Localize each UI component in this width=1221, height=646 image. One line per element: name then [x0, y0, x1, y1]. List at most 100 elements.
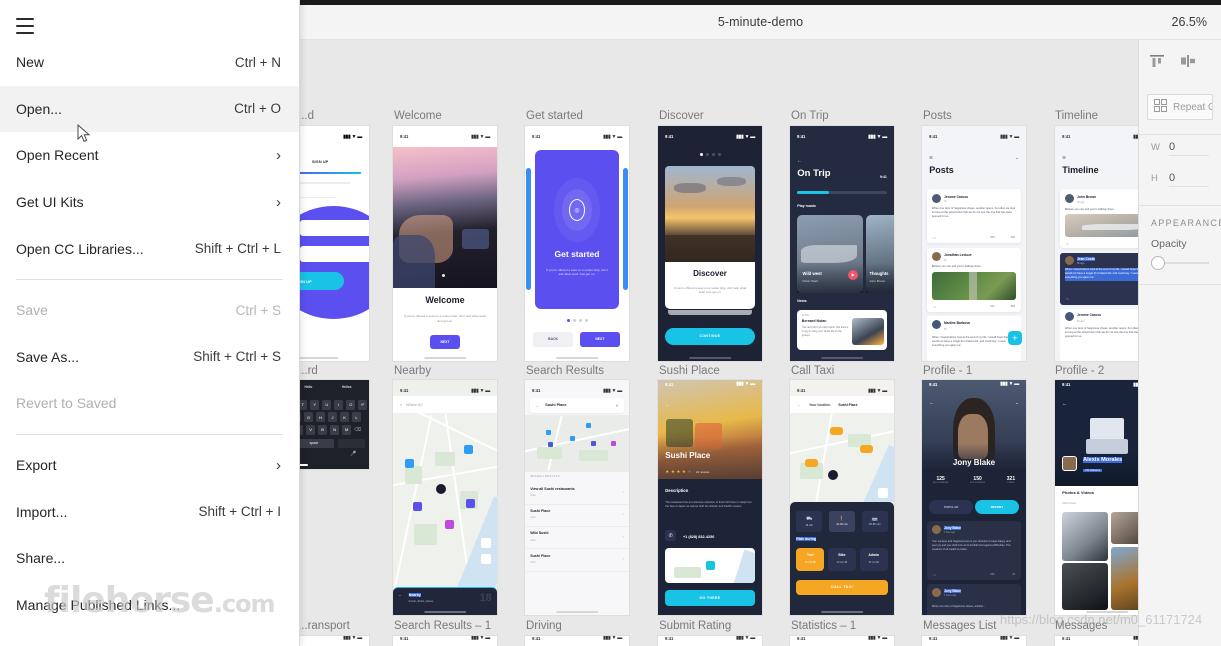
- artboard-label[interactable]: Profile - 1: [923, 365, 972, 377]
- ride-option-admin[interactable]: Admin 30 min $8: [859, 548, 888, 571]
- result-row[interactable]: View all Sushi restaurants 2 km ›: [525, 483, 629, 505]
- space-key[interactable]: space: [300, 438, 334, 448]
- artboard-label[interactable]: Posts: [923, 110, 952, 122]
- news-card[interactable]: 10 Nov Bernard Nolan You can't fall if y…: [797, 310, 887, 351]
- menu-item-export[interactable]: Export ›: [0, 442, 299, 489]
- tab-popular[interactable]: POPULAR: [929, 499, 973, 514]
- sushi-mini-map[interactable]: [665, 548, 755, 584]
- keyboard-row-3[interactable]: C V B N M ⌫: [300, 424, 361, 435]
- suggestion[interactable]: Hello: [305, 385, 313, 389]
- artboard-label[interactable]: Timeline: [1055, 110, 1098, 122]
- timeline-card[interactable]: John Brown 2h ago Believe you can and yo…: [1060, 189, 1138, 249]
- artboard-row3-5[interactable]: 9:41 ▮▮▮ ▼ ▬: [790, 636, 894, 646]
- artboard-profile-1[interactable]: 9:41 ▮▮▮ ▼ ▬ ← ⌄ Jony Blake 125 FOLLOWERS…: [922, 380, 1026, 615]
- artboard-row3-1[interactable]: 9:41▮▮▮ ▼ ▬: [300, 636, 369, 646]
- artboard-label[interactable]: Search Results – 1: [394, 620, 491, 632]
- menu-item-get-ui-kits[interactable]: Get UI Kits ›: [0, 179, 299, 226]
- map-dot[interactable]: [586, 423, 592, 429]
- map-dot[interactable]: [547, 442, 553, 448]
- phone-icon[interactable]: ✆: [665, 530, 677, 542]
- artboard-sushi-place[interactable]: 9:41 ▮▮▮ ▼ ▬ ← Sushi Place ★ ★ ★ ★ ★ 24 rev…: [658, 380, 762, 615]
- align-top-icon[interactable]: [1149, 54, 1165, 70]
- menu-item-open-recent[interactable]: Open Recent ›: [0, 132, 299, 179]
- keyboard-row-1[interactable]: T Y U I O P: [300, 399, 368, 410]
- artboard-label[interactable]: Statistics – 1: [791, 620, 856, 632]
- height-value[interactable]: 0: [1169, 172, 1175, 184]
- artboard-label[interactable]: Profile - 2: [1055, 365, 1104, 377]
- map-pin-blue[interactable]: [405, 459, 415, 469]
- gallery-photo[interactable]: [1062, 563, 1109, 611]
- artboard-timeline[interactable]: 9:41▮▮▮ ▼ ▬ ☰ Timeline John Brown 2h ago…: [1055, 126, 1138, 361]
- artboard-label[interactable]: Sushi Place: [659, 365, 720, 377]
- menu-item-open[interactable]: Open... Ctrl + O: [0, 85, 299, 133]
- phone-number[interactable]: +1 (828) 832-4256: [683, 535, 714, 539]
- artboard-label[interactable]: Messages List: [923, 620, 997, 632]
- menu-item-new[interactable]: New Ctrl + N: [0, 39, 299, 86]
- file-menu-panel[interactable]: New Ctrl + N Open... Ctrl + O Open Recen…: [0, 0, 300, 646]
- profile-post-card[interactable]: Jony Blake 1 hour ago Your success and h…: [927, 521, 1021, 580]
- music-card-2[interactable]: Thoughts John Brown: [865, 215, 894, 293]
- artboard-label[interactable]: Nearby: [394, 365, 431, 377]
- artboard-row3-7[interactable]: 9:41▮▮▮ ▼ ▬: [1055, 636, 1138, 646]
- music-card-1[interactable]: Wild west Robin Stark ▶: [797, 215, 863, 293]
- distribute-horizontal-icon[interactable]: [1179, 54, 1197, 70]
- size-section[interactable]: W 0 H 0: [1139, 135, 1221, 206]
- menu-item-save-as[interactable]: Save As... Shift + Ctrl + S: [0, 334, 299, 381]
- map-pin-blue[interactable]: [463, 445, 473, 455]
- call-taxi-button[interactable]: CALL TAXI: [796, 580, 888, 595]
- menu-item-share[interactable]: Share...: [0, 535, 299, 582]
- menu-icon[interactable]: ☰: [929, 155, 933, 160]
- artboard-label[interactable]: Welcome: [394, 110, 442, 122]
- share-icon[interactable]: ⤳: [933, 305, 936, 309]
- back-button[interactable]: BACK: [533, 331, 573, 347]
- opacity-slider-knob[interactable]: [1151, 256, 1165, 270]
- post-card[interactable]: Jerome Caruso 1h When one door of happin…: [927, 189, 1021, 244]
- return-key[interactable]: [337, 438, 365, 448]
- map-dot[interactable]: [569, 435, 575, 441]
- add-post-fab[interactable]: +: [1007, 330, 1022, 345]
- artboard-row3-2[interactable]: 9:41 ▮▮▮ ▼ ▬: [393, 636, 497, 646]
- gallery-photo[interactable]: [1111, 511, 1138, 545]
- suggestion[interactable]: Hellos: [342, 385, 352, 389]
- artboard-label[interactable]: Call Taxi: [791, 365, 834, 377]
- menu-icon[interactable]: ☰: [1062, 155, 1066, 160]
- artboard-label[interactable]: ...ransport: [300, 620, 350, 632]
- taxi-marker[interactable]: [804, 459, 818, 468]
- profile-post-card[interactable]: Jony Blake 2 hours ago When one door of …: [927, 584, 1021, 615]
- tab-recent[interactable]: RECENT: [975, 499, 1019, 514]
- taxi-marker[interactable]: [859, 445, 873, 454]
- artboard-label[interactable]: ...rd: [300, 365, 318, 377]
- search-map[interactable]: [525, 415, 629, 472]
- go-there-button[interactable]: GO THERE: [665, 590, 755, 606]
- post-card[interactable]: Martine Barbosa 5h When I stand before G…: [927, 316, 1021, 361]
- timeline-card-highlighted[interactable]: Jean Costa 3h ago When I stand before Go…: [1060, 252, 1138, 305]
- discover-continue-button[interactable]: CONTINUE: [665, 328, 755, 345]
- artboard-search-results[interactable]: 9:41 ▮▮▮ ▼ ▬ ← Sushi Place ✕ SEARCH RESUL…: [525, 380, 629, 615]
- result-row[interactable]: Wild Sushi 2 km ›: [525, 528, 629, 550]
- gallery-photo[interactable]: [1062, 511, 1109, 561]
- alignment-toolbar[interactable]: [1139, 40, 1221, 82]
- map-pin-magenta[interactable]: [445, 520, 454, 530]
- result-row[interactable]: Sushi Place 2 km ›: [525, 550, 629, 572]
- taxi-nav-bar[interactable]: ← Your location Sushi Place: [790, 396, 894, 413]
- menu-item-open-cc-libraries[interactable]: Open CC Libraries... Shift + Ctrl + L: [0, 225, 299, 272]
- artboard-keyboard[interactable]: Hello Hellos T Y U I O P F G H J K L C V: [300, 380, 369, 469]
- share-icon[interactable]: ⤳: [933, 236, 936, 240]
- timeline-card[interactable]: Jerome Caruso 5h ago When one door of ha…: [1060, 309, 1138, 361]
- artboard-call-taxi[interactable]: 9:41▮▮▮ ▼ ▬ ← Your location Sushi Place: [790, 380, 894, 615]
- map-dot[interactable]: [545, 429, 551, 435]
- height-field[interactable]: H 0: [1139, 166, 1221, 186]
- share-icon[interactable]: ⤳: [1066, 297, 1069, 301]
- artboard-signup[interactable]: ▮▮▮ ▼ ▬ SIGN UP SIGN UP: [300, 126, 369, 361]
- artboard-label[interactable]: ...d: [300, 110, 314, 122]
- repeat-grid-button[interactable]: Repeat Grid: [1147, 94, 1213, 120]
- back-arrow-icon[interactable]: ←: [797, 158, 802, 164]
- estimate-option-selected[interactable]: 🚶 16-25 min: [829, 511, 855, 532]
- map-dot[interactable]: [590, 440, 596, 446]
- chevron-up-icon[interactable]: ⌃: [398, 594, 401, 599]
- chevron-right-icon[interactable]: ›: [622, 556, 623, 561]
- result-row[interactable]: Sushi Place 2 km ›: [525, 506, 629, 527]
- width-value[interactable]: 0: [1169, 141, 1175, 153]
- keyboard-row-2[interactable]: F G H J K L: [300, 412, 362, 423]
- filter-icon[interactable]: ⌄: [1015, 155, 1018, 160]
